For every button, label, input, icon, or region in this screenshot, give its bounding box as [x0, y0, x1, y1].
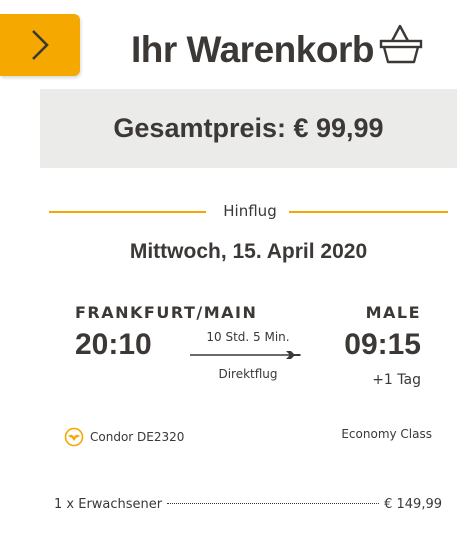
- collapse-cart-button[interactable]: [0, 14, 80, 76]
- dotted-leader: [167, 503, 380, 504]
- destination-city: MALE: [365, 303, 421, 322]
- cabin-class: Economy Class: [341, 427, 432, 441]
- airline-flight-number: Condor DE2320: [90, 430, 185, 444]
- passenger-label: 1 x Erwachsener: [54, 497, 163, 512]
- total-price-panel: Gesamtpreis: € 99,99: [40, 89, 457, 168]
- page-title: Ihr Warenkorb: [131, 29, 374, 70]
- total-price: Gesamtpreis: € 99,99: [113, 113, 384, 143]
- flight-date: Mittwoch, 15. April 2020: [129, 240, 368, 263]
- flight-direction-label: Hinflug: [223, 202, 277, 220]
- condor-logo-icon: [64, 427, 84, 447]
- departure-time: 20:10: [75, 328, 152, 361]
- arrival-day-offset: +1 Tag: [372, 372, 421, 388]
- chevron-right-icon: [32, 30, 49, 60]
- flight-duration: 10 Std. 5 Min.: [206, 330, 290, 344]
- basket-icon: [379, 24, 423, 64]
- arrival-time: 09:15: [344, 328, 421, 361]
- divider-left: [49, 211, 206, 213]
- flight-stops: Direktflug: [218, 367, 278, 381]
- origin-city: FRANKFURT/MAIN: [75, 303, 258, 322]
- passenger-row: 1 x Erwachsener € 149,99: [54, 497, 442, 512]
- divider-right: [289, 211, 448, 213]
- plane-icon: [190, 351, 301, 359]
- passenger-price: € 149,99: [384, 497, 442, 512]
